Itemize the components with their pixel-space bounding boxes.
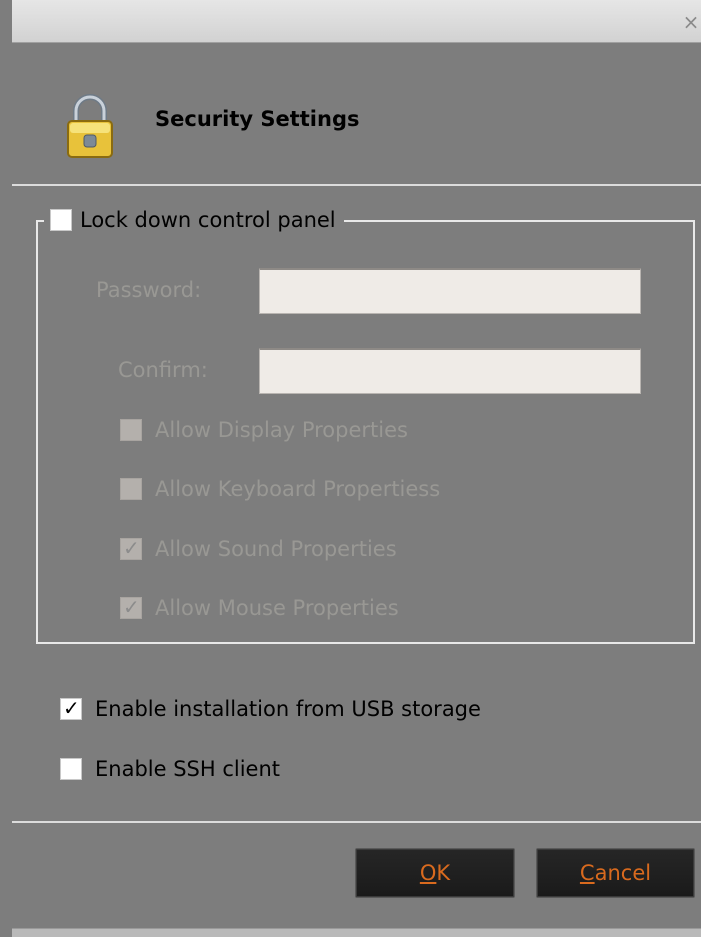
- allow-sound-label: Allow Sound Properties: [155, 537, 397, 561]
- cancel-button[interactable]: Cancel: [536, 848, 695, 898]
- allow-keyboard-option[interactable]: Allow Keyboard Propertiess: [120, 473, 440, 505]
- confirm-label: Confirm:: [118, 358, 208, 382]
- window-left-edge: [0, 0, 12, 937]
- title-bar[interactable]: ×: [12, 0, 701, 43]
- check-icon: ✓: [63, 696, 80, 720]
- lock-icon: [67, 94, 113, 158]
- cancel-label: ancel: [594, 861, 652, 885]
- cancel-mnemonic: C: [579, 861, 595, 885]
- close-icon[interactable]: ×: [681, 10, 701, 34]
- header-divider: [12, 184, 701, 186]
- dialog-title: Security Settings: [155, 107, 360, 131]
- usb-install-option[interactable]: ✓ Enable installation from USB storage: [60, 692, 481, 726]
- allow-sound-option[interactable]: ✓ Allow Sound Properties: [120, 533, 397, 565]
- ssh-client-label: Enable SSH client: [95, 757, 281, 781]
- lockdown-checkbox[interactable]: [50, 209, 72, 231]
- footer-divider: [12, 821, 701, 823]
- allow-keyboard-label: Allow Keyboard Propertiess: [155, 477, 441, 501]
- password-label: Password:: [96, 278, 202, 302]
- allow-mouse-checkbox[interactable]: ✓: [120, 595, 142, 619]
- check-icon: ✓: [123, 536, 140, 560]
- bottom-edge: [12, 928, 701, 937]
- allow-display-checkbox[interactable]: [120, 419, 142, 441]
- allow-sound-checkbox[interactable]: ✓: [120, 536, 142, 560]
- check-icon: ✓: [123, 595, 140, 619]
- allow-mouse-label: Allow Mouse Properties: [155, 596, 399, 620]
- allow-display-option[interactable]: Allow Display Properties: [120, 414, 408, 446]
- lockdown-toggle[interactable]: Lock down control panel: [44, 203, 344, 237]
- dialog-header: Security Settings: [12, 43, 701, 185]
- ssh-client-checkbox[interactable]: [60, 758, 82, 780]
- ssh-client-option[interactable]: Enable SSH client: [60, 752, 280, 786]
- password-field[interactable]: [259, 268, 641, 314]
- ok-label: K: [436, 861, 451, 885]
- confirm-field[interactable]: [259, 348, 641, 394]
- allow-display-label: Allow Display Properties: [155, 418, 408, 442]
- ok-button[interactable]: OK: [355, 848, 515, 898]
- usb-install-checkbox[interactable]: ✓: [60, 696, 82, 720]
- usb-install-label: Enable installation from USB storage: [95, 697, 481, 721]
- allow-mouse-option[interactable]: ✓ Allow Mouse Properties: [120, 592, 399, 624]
- ok-mnemonic: O: [419, 861, 437, 885]
- security-settings-dialog: × Security Settings Lock down control pa…: [0, 0, 701, 937]
- lockdown-label: Lock down control panel: [80, 208, 336, 232]
- allow-keyboard-checkbox[interactable]: [120, 478, 142, 500]
